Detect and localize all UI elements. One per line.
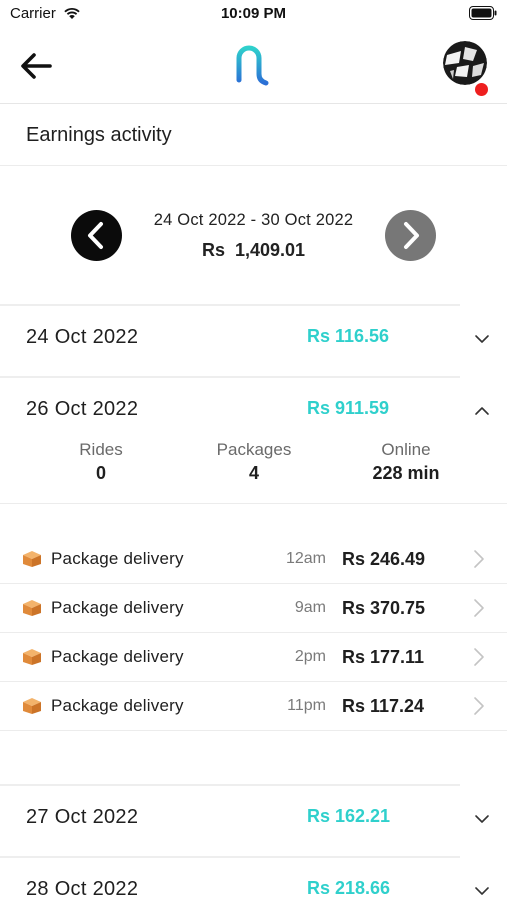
package-icon <box>23 551 41 567</box>
stat-label: Online <box>381 440 431 459</box>
stat-packages: Packages 4 <box>194 440 314 484</box>
chevron-right-icon <box>404 222 419 249</box>
trip-fare: Rs 177.11 <box>342 647 425 667</box>
profile-avatar[interactable] <box>443 41 491 96</box>
divider <box>0 376 460 378</box>
brand-logo-icon <box>236 45 269 86</box>
stat-value: 4 <box>248 463 259 483</box>
status-bar: Carrier 10:09 PM <box>0 0 507 28</box>
trip-fare: Rs 246.49 <box>342 549 426 569</box>
app-header <box>0 28 507 104</box>
chevron-right-icon <box>474 550 484 568</box>
day-row[interactable]: 28 Oct 2022 Rs 218.66 <box>0 856 507 900</box>
trip-time: 2pm <box>294 648 326 665</box>
day-stats: Rides 0 Packages 4 Online 228 min <box>0 440 507 504</box>
chevron-up-icon[interactable] <box>473 404 491 418</box>
notification-dot <box>475 83 488 96</box>
day-amount: Rs 218.66 <box>307 878 391 898</box>
divider <box>0 304 460 306</box>
day-row[interactable]: 27 Oct 2022 Rs 162.21 <box>0 784 507 856</box>
stat-rides: Rides 0 <box>41 440 161 484</box>
week-selector: 24 Oct 2022 - 30 Oct 2022 Rs 1,409.01 <box>0 166 507 305</box>
trip-fare: Rs 117.24 <box>342 696 425 716</box>
day-amount: Rs 911.59 <box>307 398 390 418</box>
day-date: 27 Oct 2022 <box>26 806 139 828</box>
stat-label: Rides <box>79 440 123 459</box>
week-total-value: 1,409.01 <box>234 240 306 260</box>
trip-time: 12am <box>285 550 326 567</box>
stat-value: 0 <box>95 463 106 483</box>
trip-type: Package delivery <box>51 696 184 715</box>
day-row-expanded[interactable]: 26 Oct 2022 Rs 911.59 <box>0 376 507 448</box>
day-date: 26 Oct 2022 <box>26 398 139 420</box>
divider <box>0 856 460 858</box>
day-amount: Rs 116.56 <box>307 326 390 346</box>
chevron-right-icon <box>474 648 484 666</box>
package-icon <box>23 600 41 616</box>
trip-type: Package delivery <box>51 647 184 666</box>
arrow-left-icon[interactable] <box>18 48 54 84</box>
trip-fare: Rs 370.75 <box>342 598 426 618</box>
trip-time: 9am <box>294 599 326 616</box>
day-date: 24 Oct 2022 <box>26 326 139 348</box>
chevron-right-icon <box>474 599 484 617</box>
next-week-button[interactable] <box>385 210 436 261</box>
trip-row[interactable]: Package delivery 2pm Rs 177.11 <box>0 633 507 682</box>
trip-row[interactable]: Package delivery 11pm Rs 117.24 <box>0 682 507 731</box>
package-icon <box>23 698 41 714</box>
week-total-currency: Rs <box>201 240 225 260</box>
trip-type: Package delivery <box>51 598 184 617</box>
day-amount: Rs 162.21 <box>307 806 391 826</box>
stat-label: Packages <box>216 440 292 459</box>
trip-row[interactable]: Package delivery 12am Rs 246.49 <box>0 535 507 584</box>
section-header: Earnings activity <box>0 104 507 166</box>
status-time: 10:09 PM <box>220 5 287 22</box>
chevron-down-icon[interactable] <box>473 332 491 346</box>
chevron-right-icon <box>474 697 484 715</box>
chevron-down-icon[interactable] <box>473 884 491 898</box>
page-title: Earnings activity <box>26 124 172 146</box>
trip-time: 11pm <box>287 697 326 714</box>
stat-online: Online 228 min <box>346 440 466 484</box>
chevron-down-icon[interactable] <box>473 812 491 826</box>
day-row[interactable]: 24 Oct 2022 Rs 116.56 <box>0 304 507 376</box>
day-date: 28 Oct 2022 <box>26 878 139 900</box>
trip-type: Package delivery <box>51 549 184 568</box>
globe-avatar-icon <box>443 41 487 85</box>
divider <box>0 784 460 786</box>
stat-value: 228 min <box>372 463 440 483</box>
package-icon <box>23 649 41 665</box>
battery-icon <box>469 6 497 20</box>
trip-row[interactable]: Package delivery 9am Rs 370.75 <box>0 584 507 633</box>
